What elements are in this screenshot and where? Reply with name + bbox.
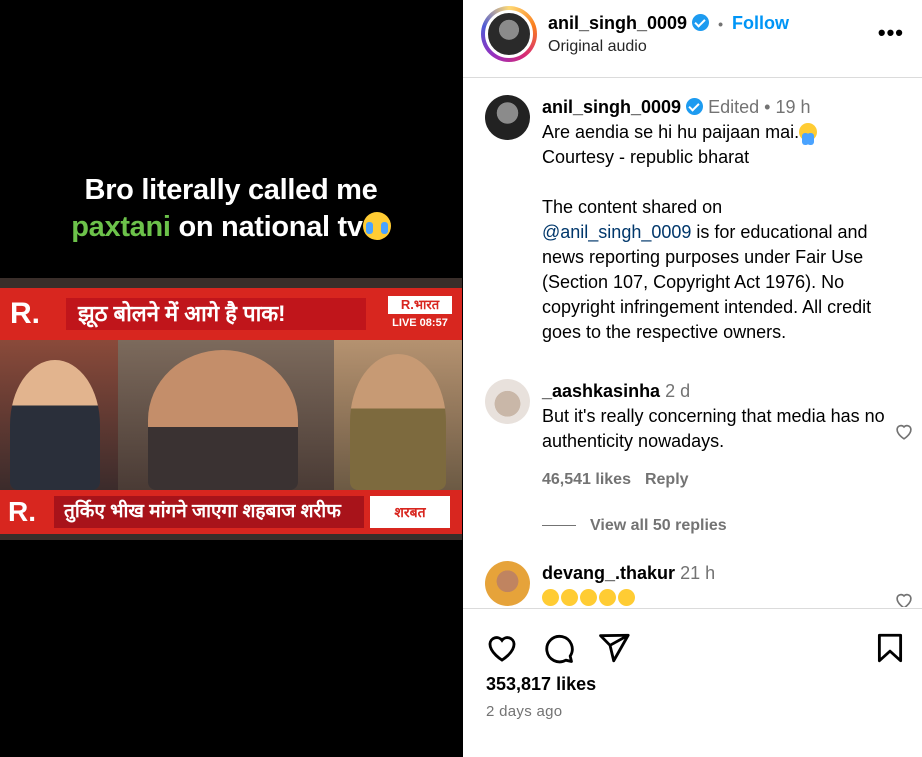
comment-item: _aashkasinha 2 d But it's really concern…	[485, 379, 912, 451]
post-side-panel: anil_singh_0009 • Follow Original audio …	[463, 0, 922, 757]
caption-time: 19 h	[775, 97, 811, 117]
comment-body: But it's really concerning that media ha…	[542, 406, 885, 451]
crying-emoji-icon	[799, 123, 818, 145]
post-likes-count[interactable]: 353,817 likes	[486, 674, 596, 695]
comment-time: 2 d	[665, 381, 691, 401]
news-broadcast-frame: R. झूठ बोलने में आगे है पाक! R.भारत LIVE…	[0, 278, 462, 540]
caption-mention-link[interactable]: @anil_singh_0009	[542, 222, 691, 242]
separator-dot: •	[718, 16, 724, 32]
like-heart-icon[interactable]	[485, 631, 519, 665]
like-comment-heart-icon[interactable]	[893, 589, 915, 607]
overlay-rest: on national tv	[170, 211, 363, 243]
reply-button[interactable]: Reply	[645, 471, 689, 488]
comment-username[interactable]: _aashkasinha	[542, 381, 660, 401]
caption-line-2: Courtesy - republic bharat	[542, 147, 750, 167]
laughing-emojis-icon	[542, 586, 637, 607]
like-comment-heart-icon[interactable]	[893, 420, 915, 442]
overlay-line-2: paxtani on national tv	[0, 209, 462, 246]
verified-badge-icon	[692, 14, 710, 31]
more-options-icon[interactable]: •••	[878, 22, 904, 44]
news-top-banner: R. झूठ बोलने में आगे है पाक! R.भारत LIVE…	[0, 288, 462, 340]
post-header: anil_singh_0009 • Follow Original audio …	[463, 0, 922, 78]
separator-dot: •	[764, 97, 771, 117]
comment-text: devang_.thakur 21 h	[542, 561, 914, 607]
view-replies-button[interactable]: View all 50 replies	[542, 516, 727, 536]
comment-item: devang_.thakur 21 h	[485, 561, 912, 607]
comment-time: 21 h	[680, 563, 716, 583]
caption-username[interactable]: anil_singh_0009	[542, 97, 681, 117]
channel-name: R.भारत	[400, 297, 440, 312]
republic-logo: R.	[10, 297, 40, 330]
edited-label: Edited	[708, 97, 760, 117]
comment-likes[interactable]: 46,541 likes	[542, 471, 631, 488]
header-username[interactable]: anil_singh_0009	[548, 13, 687, 33]
channel-badge: R.भारत LIVE 08:57	[386, 294, 454, 334]
person-image	[148, 350, 298, 490]
comment-username[interactable]: devang_.thakur	[542, 563, 675, 583]
avatar[interactable]	[485, 95, 530, 140]
overlay-line-1: Bro literally called me	[84, 174, 378, 206]
person-image	[350, 354, 446, 490]
ticker-text: तुर्किए भीख मांगने जाएगा शहबाज शरीफ	[54, 496, 364, 528]
republic-logo-small: R.	[8, 496, 36, 527]
verified-badge-icon	[686, 98, 704, 115]
original-audio-link[interactable]: Original audio	[548, 37, 647, 57]
share-paper-plane-icon[interactable]	[597, 631, 631, 665]
comment-text: _aashkasinha 2 d But it's really concern…	[542, 379, 914, 454]
comment-bubble-icon[interactable]	[541, 631, 575, 665]
live-time: LIVE 08:57	[388, 314, 452, 332]
post-caption: anil_singh_0009 Edited • 19 h Are aendia…	[485, 95, 905, 345]
comments-scroll-area[interactable]: anil_singh_0009 Edited • 19 h Are aendia…	[463, 79, 922, 607]
panel-left-person	[0, 340, 118, 490]
video-overlay-text: Bro literally called me paxtani on natio…	[0, 172, 462, 246]
overlay-green-word: paxtani	[71, 211, 171, 243]
comment-meta-row: 46,541 likes Reply	[542, 470, 689, 490]
panel-right-person	[334, 340, 462, 490]
save-bookmark-icon[interactable]	[873, 631, 907, 665]
follow-button[interactable]: Follow	[732, 13, 789, 33]
view-replies-label: View all 50 replies	[590, 517, 727, 534]
avatar[interactable]	[485, 561, 530, 606]
caption-text: anil_singh_0009 Edited • 19 h Are aendia…	[542, 95, 914, 345]
sponsor-badge: शरबत	[370, 496, 450, 528]
news-bottom-ticker: R. तुर्किए भीख मांगने जाएगा शहबाज शरीफ श…	[0, 490, 462, 534]
person-image	[10, 360, 100, 490]
avatar[interactable]	[485, 10, 533, 58]
post-timestamp: 2 days ago	[486, 703, 563, 720]
panel-center-person	[118, 340, 334, 490]
header-username-row: anil_singh_0009 • Follow	[548, 11, 789, 36]
avatar[interactable]	[485, 379, 530, 424]
reel-video[interactable]: Bro literally called me paxtani on natio…	[0, 0, 462, 757]
caption-line-1: Are aendia se hi hu paijaan mai.	[542, 122, 800, 142]
crying-emoji-icon	[362, 212, 391, 240]
caption-para-before: The content shared on	[542, 197, 723, 217]
story-ring[interactable]	[481, 6, 537, 62]
news-headline: झूठ बोलने में आगे है पाक!	[66, 298, 366, 330]
